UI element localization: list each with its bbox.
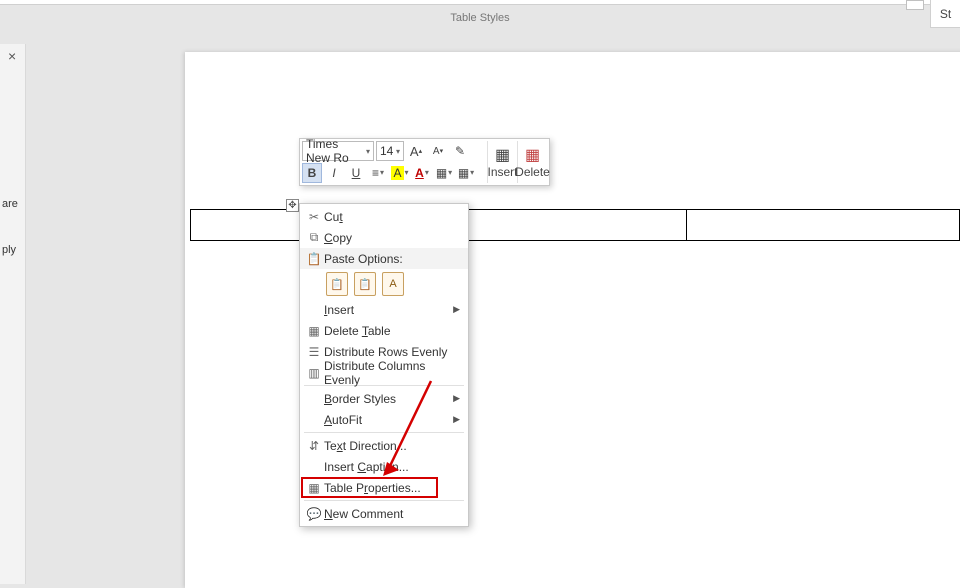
- ctx-autofit[interactable]: AutoFit ▶: [300, 409, 468, 430]
- delete-label: Delete: [515, 165, 550, 179]
- context-menu: ✂ Cut ⧉ Copy 📋 Paste Options: 📋 📋 A Inse…: [299, 203, 469, 527]
- panel-text-1: are: [2, 198, 18, 210]
- ribbon-strip: [0, 0, 960, 5]
- ctx-distribute-cols[interactable]: ▥ Distribute Columns Evenly: [300, 362, 468, 383]
- chevron-right-icon: ▶: [453, 304, 460, 315]
- table-cell-divider: [686, 210, 687, 240]
- paste-text-only-button[interactable]: A: [382, 272, 404, 296]
- ctx-paste-options: 📋 📋 A: [300, 269, 468, 299]
- chevron-right-icon: ▶: [453, 414, 460, 425]
- panel-text-2: ply: [2, 244, 16, 256]
- insert-table-button[interactable]: ▦ Insert: [487, 141, 517, 183]
- distribute-cols-icon: ▥: [304, 366, 324, 380]
- insert-table-icon: ▦: [495, 145, 510, 165]
- brush-icon: ✎: [455, 144, 465, 158]
- ctx-new-comment[interactable]: 💬 New Comment: [300, 503, 468, 524]
- ctx-paste-header: 📋 Paste Options:: [300, 248, 468, 269]
- properties-icon: ▦: [304, 481, 324, 495]
- panel-close-icon[interactable]: ×: [8, 48, 16, 64]
- ctx-table-properties[interactable]: ▦ Table Properties...: [300, 477, 468, 498]
- grow-font-button[interactable]: A▴: [406, 141, 426, 161]
- paste-icon: 📋: [304, 252, 324, 266]
- ctx-insert-caption[interactable]: Insert Caption...: [300, 456, 468, 477]
- left-panel: [0, 44, 26, 584]
- underline-button[interactable]: U: [346, 163, 366, 183]
- text-direction-icon: ⇵: [304, 439, 324, 453]
- font-family-value: Times New Ro: [306, 137, 365, 165]
- delete-table-icon: ▦: [525, 145, 540, 165]
- chevron-right-icon: ▶: [453, 393, 460, 404]
- insert-label: Insert: [488, 165, 518, 179]
- shading-button[interactable]: ▦▾: [456, 163, 476, 183]
- align-icon: ≡: [372, 166, 379, 180]
- delete-table-button[interactable]: ▦ Delete: [517, 141, 547, 183]
- font-size-dropdown[interactable]: 14▾: [376, 141, 404, 161]
- italic-button[interactable]: I: [324, 163, 344, 183]
- copy-icon: ⧉: [304, 230, 324, 245]
- ribbon-right-truncated: St: [930, 0, 960, 28]
- bold-button[interactable]: B: [302, 163, 322, 183]
- ctx-insert[interactable]: Insert ▶: [300, 299, 468, 320]
- comment-icon: 💬: [304, 507, 324, 521]
- mini-toolbar: Times New Ro▾ 14▾ A▴ A▾ ✎ B I U ≡▾ A▾ A▾…: [299, 138, 550, 186]
- highlight-button[interactable]: A▾: [390, 163, 410, 183]
- ctx-cut[interactable]: ✂ Cut: [300, 206, 468, 227]
- distribute-rows-icon: ☰: [304, 345, 324, 359]
- border-button[interactable]: ▦▾: [434, 163, 454, 183]
- font-family-dropdown[interactable]: Times New Ro▾: [302, 141, 374, 161]
- paste-keep-source-button[interactable]: 📋: [326, 272, 348, 296]
- shading-icon: ▦: [458, 166, 469, 180]
- font-size-value: 14: [380, 144, 393, 158]
- format-painter-button[interactable]: ✎: [450, 141, 470, 161]
- ctx-copy[interactable]: ⧉ Copy: [300, 227, 468, 248]
- ribbon-group-label: Table Styles: [0, 12, 960, 24]
- ctx-delete-table[interactable]: ▦ Delete Table: [300, 320, 468, 341]
- ctx-text-direction[interactable]: ⇵ Text Direction...: [300, 435, 468, 456]
- paste-merge-button[interactable]: 📋: [354, 272, 376, 296]
- delete-icon: ▦: [304, 324, 324, 338]
- font-color-button[interactable]: A▾: [412, 163, 432, 183]
- border-icon: ▦: [436, 166, 447, 180]
- ctx-border-styles[interactable]: Border Styles ▶: [300, 388, 468, 409]
- table-move-handle[interactable]: ✥: [286, 199, 299, 212]
- cut-icon: ✂: [304, 210, 324, 224]
- ribbon-dropdown-handle[interactable]: [906, 0, 924, 10]
- shrink-font-button[interactable]: A▾: [428, 141, 448, 161]
- align-center-button[interactable]: ≡▾: [368, 163, 388, 183]
